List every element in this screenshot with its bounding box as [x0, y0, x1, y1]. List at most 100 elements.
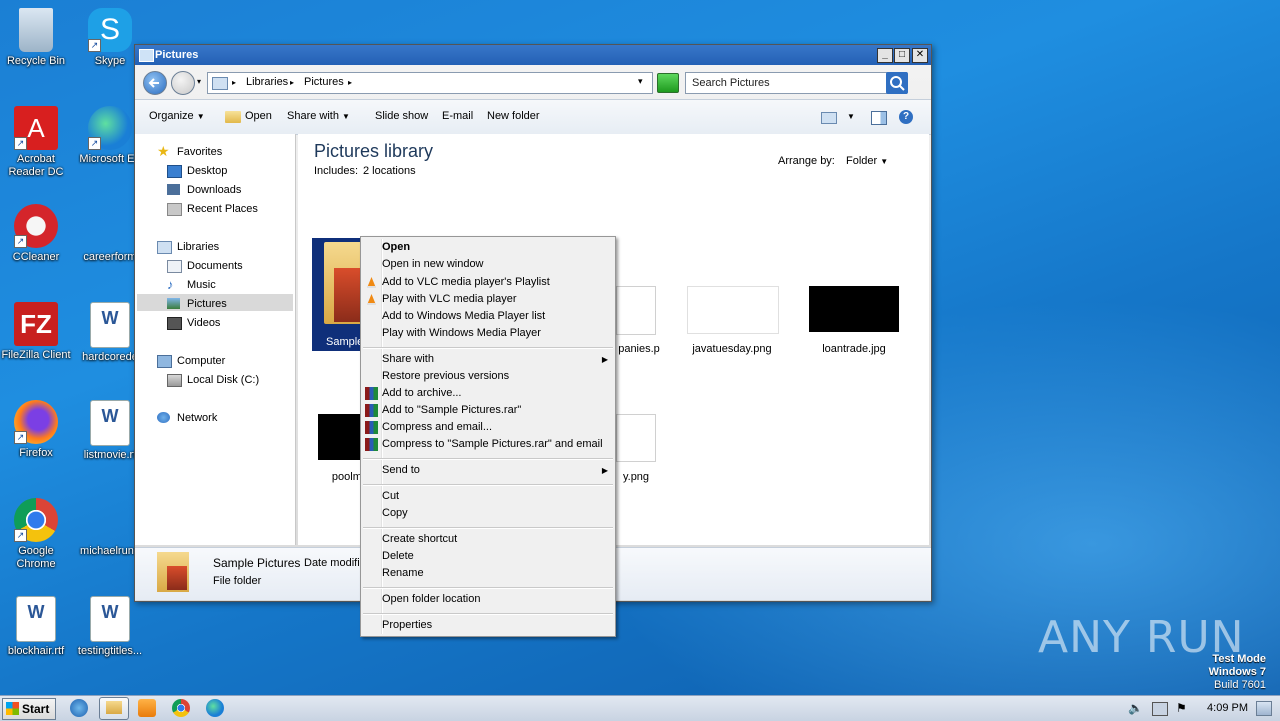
image-thumbnail-javatuesday[interactable] [687, 286, 779, 334]
share-with-button[interactable]: Share with ▼ [287, 110, 350, 122]
menu-item-open-new-window[interactable]: Open in new window [382, 258, 484, 270]
forward-button[interactable] [171, 71, 195, 95]
menu-item-vlc-playlist[interactable]: Add to VLC media player's Playlist [382, 276, 550, 288]
nav-desktop[interactable]: Desktop [187, 165, 227, 177]
menu-item-wmp-play[interactable]: Play with Windows Media Player [382, 327, 541, 339]
desktop-icon-label: Microsoft Ed [79, 153, 141, 165]
view-chevron-down-icon[interactable]: ▼ [847, 112, 855, 121]
nav-pictures[interactable]: Pictures [187, 298, 227, 310]
edge-icon[interactable] [206, 699, 224, 717]
menu-item-compress-email[interactable]: Compress and email... [382, 421, 492, 433]
refresh-icon[interactable] [657, 73, 679, 93]
image-thumbnail[interactable] [616, 286, 656, 335]
nav-music[interactable]: Music [187, 279, 216, 291]
menu-item-wmp-list[interactable]: Add to Windows Media Player list [382, 310, 545, 322]
media-player-icon[interactable] [138, 699, 156, 717]
help-icon[interactable]: ? [899, 110, 913, 124]
menu-item-vlc-play[interactable]: Play with VLC media player [382, 293, 517, 305]
search-input[interactable]: Search Pictures [692, 77, 770, 89]
image-thumbnail[interactable] [616, 414, 656, 462]
window-titlebar[interactable]: Pictures _ □ ✕ [135, 45, 931, 65]
nav-network[interactable]: Network [177, 412, 217, 424]
includes-label: Includes: [314, 165, 359, 177]
back-button[interactable] [143, 71, 167, 95]
breadcrumb-libraries[interactable]: Libraries [246, 76, 288, 88]
organize-button[interactable]: Organize ▼ [149, 110, 205, 122]
maximize-button[interactable]: □ [894, 48, 910, 63]
desktop-icon-label: FileZilla Client [1, 349, 71, 361]
menu-item-copy[interactable]: Copy [382, 507, 408, 519]
address-dropdown-icon[interactable]: ▾ [638, 76, 643, 87]
menu-item-open-folder-location[interactable]: Open folder location [382, 593, 480, 605]
open-button[interactable]: Open [245, 110, 272, 122]
nav-libraries[interactable]: Libraries [177, 241, 219, 253]
image-thumbnail-poolma[interactable] [318, 414, 362, 460]
email-button[interactable]: E-mail [442, 110, 473, 122]
desktop-icon-firefox[interactable]: ↗ Firefox [0, 400, 74, 460]
search-box[interactable]: Search Pictures [685, 72, 908, 94]
network-tray-icon[interactable] [1152, 702, 1168, 716]
menu-separator [363, 347, 613, 349]
menu-item-share-with[interactable]: Share with [382, 353, 434, 365]
back-arrow-icon [148, 78, 159, 88]
file-name-loantrade[interactable]: loantrade.jpg [794, 343, 914, 355]
menu-item-send-to[interactable]: Send to [382, 464, 420, 476]
minimize-button[interactable]: _ [877, 48, 893, 63]
new-folder-button[interactable]: New folder [487, 110, 540, 122]
desktop-icon-chrome[interactable]: ↗ Google Chrome [0, 498, 74, 571]
menu-item-add-rar[interactable]: Add to "Sample Pictures.rar" [382, 404, 521, 416]
desktop-icon-recycle-bin[interactable]: Recycle Bin [0, 8, 74, 68]
nav-computer[interactable]: Computer [177, 355, 225, 367]
menu-item-open[interactable]: Open [382, 241, 410, 253]
volume-icon[interactable]: 🔈 [1128, 701, 1143, 715]
menu-separator [363, 458, 613, 460]
search-icon[interactable] [886, 72, 908, 94]
recent-pages-chevron-icon[interactable]: ▾ [197, 77, 201, 86]
file-name-javatuesday[interactable]: javatuesday.png [672, 343, 792, 355]
menu-item-cut[interactable]: Cut [382, 490, 399, 502]
desktop-icon-blockhair[interactable]: W blockhair.rtf [0, 596, 74, 658]
desktop-icon-testingtitles[interactable]: W testingtitles... [72, 596, 148, 658]
desktop-icon-ccleaner[interactable]: ↗ CCleaner [0, 204, 74, 264]
arrange-by-dropdown[interactable]: Folder ▼ [846, 155, 888, 167]
libraries-icon [157, 241, 172, 254]
internet-explorer-icon[interactable] [70, 699, 88, 717]
folder-open-icon [225, 111, 241, 123]
menu-item-create-shortcut[interactable]: Create shortcut [382, 533, 457, 545]
desktop-icon-acrobat[interactable]: A ↗ Acrobat Reader DC [0, 106, 74, 179]
menu-item-delete[interactable]: Delete [382, 550, 414, 562]
menu-item-compress-rar-email[interactable]: Compress to "Sample Pictures.rar" and em… [382, 438, 603, 450]
menu-item-restore-versions[interactable]: Restore previous versions [382, 370, 509, 382]
preview-pane-icon[interactable] [871, 111, 887, 125]
nav-recent-places[interactable]: Recent Places [187, 203, 258, 215]
address-bar[interactable]: ▸ Libraries ▸ Pictures ▸ ▾ [207, 72, 653, 94]
includes-locations-link[interactable]: 2 locations [363, 165, 416, 177]
image-thumbnail-loantrade[interactable] [809, 286, 899, 332]
nav-videos[interactable]: Videos [187, 317, 220, 329]
vlc-icon [365, 276, 378, 289]
close-button[interactable]: ✕ [912, 48, 928, 63]
file-name-yday[interactable]: y.png [616, 471, 656, 483]
slide-show-button[interactable]: Slide show [375, 110, 428, 122]
menu-item-rename[interactable]: Rename [382, 567, 424, 579]
clock[interactable]: 4:09 PM [1207, 702, 1248, 714]
show-desktop-button[interactable] [1256, 701, 1272, 716]
nav-favorites[interactable]: Favorites [177, 146, 222, 158]
nav-downloads[interactable]: Downloads [187, 184, 241, 196]
chrome-icon[interactable] [172, 699, 190, 717]
desktop-icon-label: Acrobat Reader DC [8, 153, 64, 178]
desktop-icon-filezilla[interactable]: FZ FileZilla Client [0, 302, 74, 362]
view-options-icon[interactable] [821, 112, 837, 124]
menu-item-properties[interactable]: Properties [382, 619, 432, 631]
chrome-icon: ↗ [14, 498, 58, 542]
nav-local-disk[interactable]: Local Disk (C:) [187, 374, 259, 386]
start-button[interactable]: Start [2, 698, 56, 720]
breadcrumb-pictures[interactable]: Pictures [304, 76, 344, 88]
action-center-flag-icon[interactable]: ⚑ [1176, 701, 1187, 715]
arrange-by-label: Arrange by: [778, 155, 835, 167]
menu-item-add-archive[interactable]: Add to archive... [382, 387, 462, 399]
desktop-icon-label: testingtitles... [77, 645, 143, 657]
taskbar-explorer-button[interactable] [99, 697, 129, 720]
nav-documents[interactable]: Documents [187, 260, 243, 272]
doc-icon [88, 498, 132, 542]
